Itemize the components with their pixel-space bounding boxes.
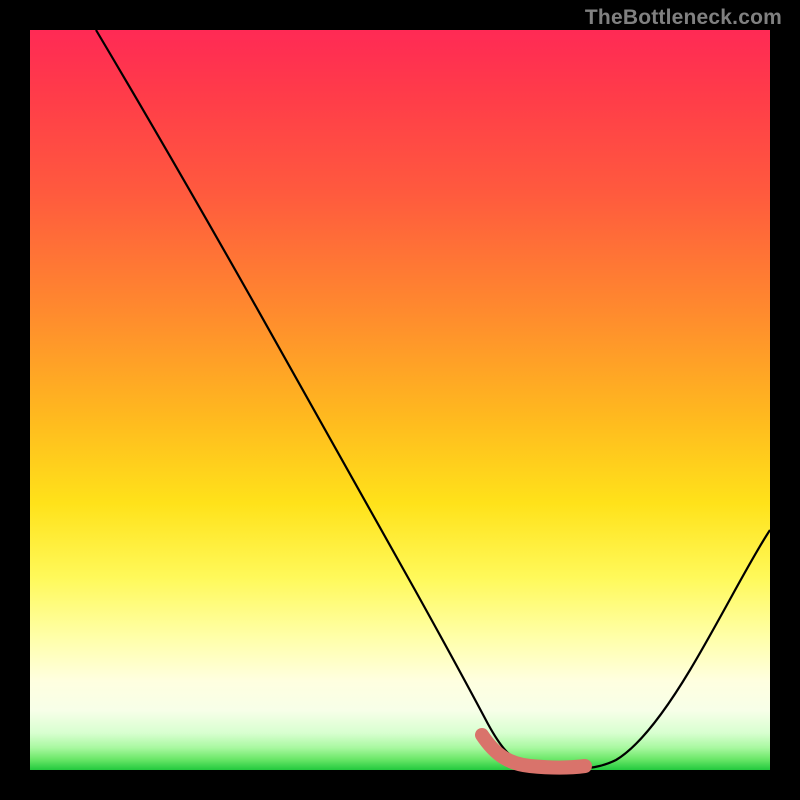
curve-layer	[30, 30, 770, 770]
chart-frame: TheBottleneck.com	[0, 0, 800, 800]
bottleneck-curve	[96, 30, 770, 769]
watermark-text: TheBottleneck.com	[585, 6, 782, 30]
